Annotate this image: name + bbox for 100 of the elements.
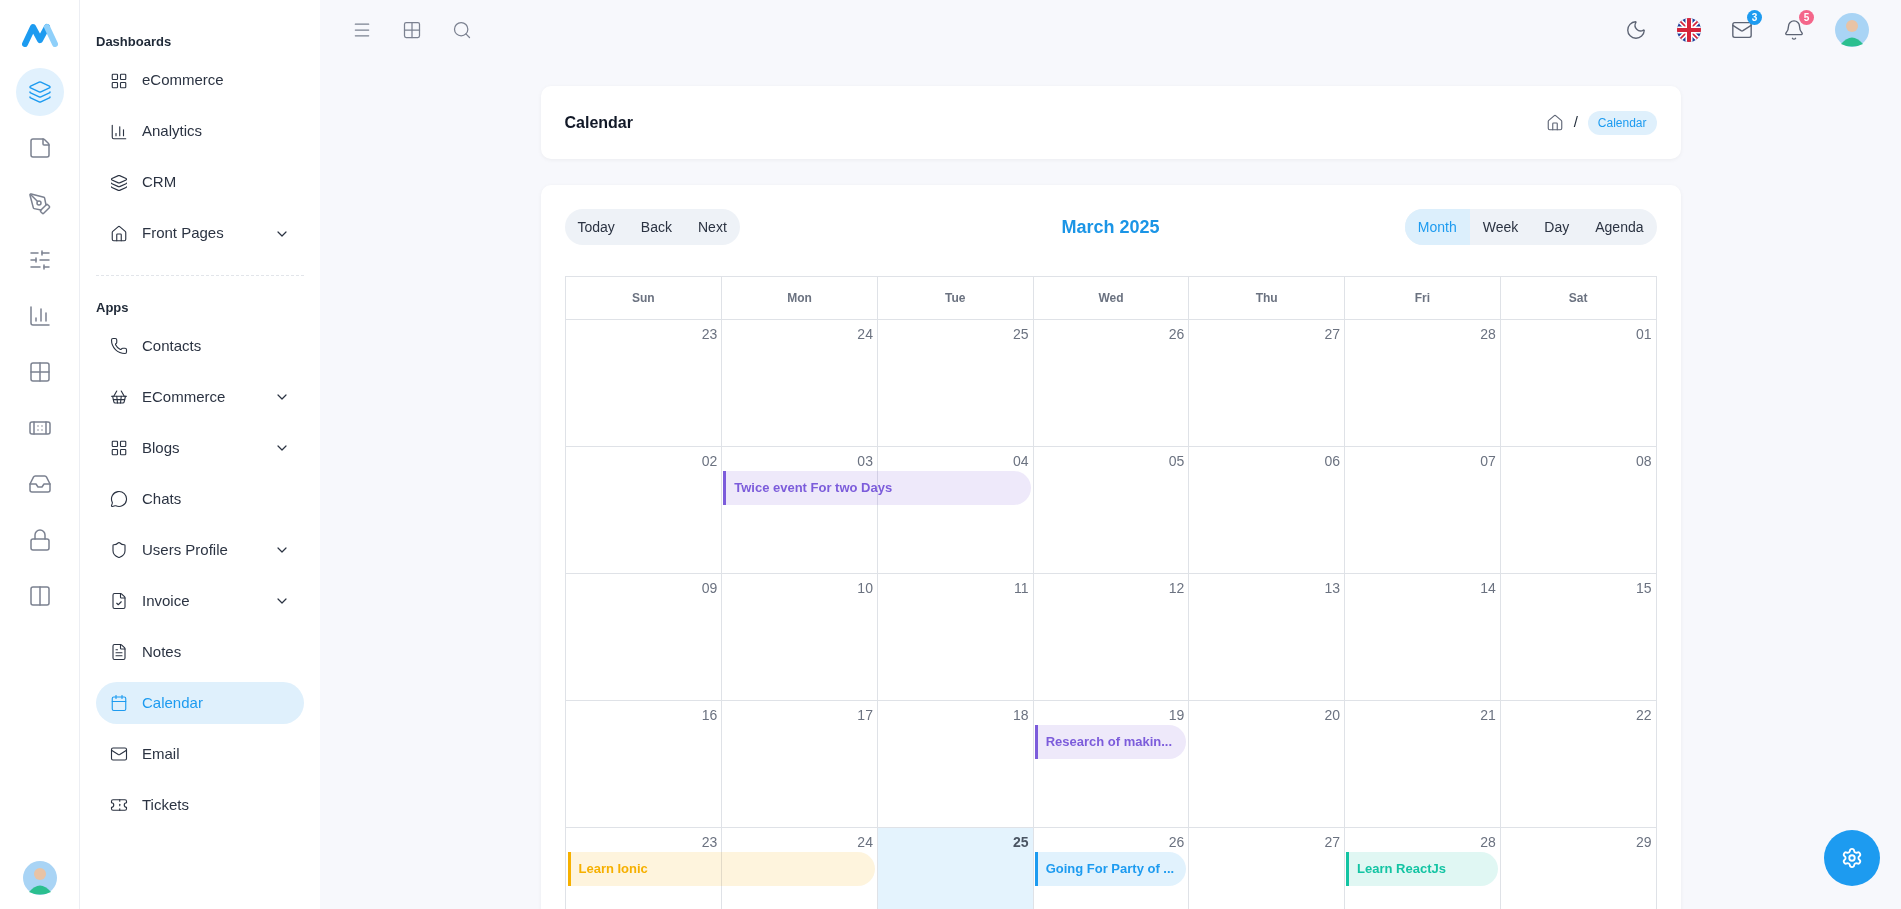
layers-icon xyxy=(110,173,128,192)
nav-button[interactable]: Back xyxy=(627,209,685,245)
flag-icon[interactable] xyxy=(1677,18,1701,42)
day-number: 18 xyxy=(1013,706,1029,725)
note-icon xyxy=(27,136,52,160)
day-number: 04 xyxy=(1013,452,1029,471)
weekday-header: Sun xyxy=(631,290,656,307)
sidebar-item[interactable]: Tickets xyxy=(96,784,304,826)
day-number: 15 xyxy=(1635,579,1652,598)
grid-icon xyxy=(110,71,128,90)
lock-icon xyxy=(27,528,52,552)
day-number: 06 xyxy=(1324,452,1341,471)
day-number: 22 xyxy=(1635,706,1652,725)
day-number: 08 xyxy=(1635,452,1652,471)
day-number: 12 xyxy=(1168,579,1185,598)
bell-icon[interactable] xyxy=(1783,19,1805,41)
home-icon xyxy=(110,224,128,243)
sidebar-item[interactable]: Contacts xyxy=(96,325,304,367)
weekday-header: Sat xyxy=(1499,277,1656,319)
day-number: 07 xyxy=(1480,452,1496,471)
breadcrumb-current: Calendar xyxy=(1587,110,1657,135)
shield-icon xyxy=(110,541,128,559)
sidebar-item[interactable]: Email xyxy=(96,733,304,775)
sidebar-item[interactable]: Front Pages xyxy=(96,212,304,255)
grid-icon xyxy=(110,439,128,457)
invoice-icon xyxy=(110,592,128,610)
avatar[interactable] xyxy=(1835,13,1869,47)
phone-icon xyxy=(110,337,128,355)
sidebar-item[interactable]: Blogs xyxy=(96,427,304,469)
day-number: 14 xyxy=(1480,579,1496,598)
day-number: 19 xyxy=(1168,706,1185,725)
rail-button[interactable] xyxy=(15,68,64,116)
grid-icon[interactable] xyxy=(402,20,422,40)
day-number: 23 xyxy=(701,833,718,852)
sidebar-item[interactable]: Chats xyxy=(96,478,304,520)
sliders-icon xyxy=(27,248,52,272)
view-tab[interactable]: Week xyxy=(1469,209,1532,245)
section-heading: Dashboards xyxy=(96,33,173,51)
weekday-header: Fri xyxy=(1344,277,1500,319)
view-tab[interactable]: Agenda xyxy=(1582,209,1657,245)
chat-icon xyxy=(110,490,128,508)
event-pill[interactable]: Twice event For two Days xyxy=(723,471,1031,505)
chart-icon xyxy=(110,122,128,141)
day-number: 24 xyxy=(857,833,873,852)
day-number: 02 xyxy=(701,452,718,471)
notes-icon xyxy=(110,643,128,661)
sidebar-item[interactable]: eCommerce xyxy=(96,59,304,102)
avatar[interactable] xyxy=(22,861,57,895)
sidebar-item[interactable]: Notes xyxy=(96,631,304,673)
nav-button[interactable]: Next xyxy=(685,209,740,245)
mail-icon xyxy=(110,745,128,763)
inbox-icon xyxy=(27,472,52,496)
notification-count: 5 xyxy=(1799,10,1814,25)
message-count: 3 xyxy=(1747,10,1762,25)
search-icon[interactable] xyxy=(452,20,472,40)
sidebar-item[interactable]: Analytics xyxy=(96,110,304,153)
day-number: 16 xyxy=(701,706,718,725)
sidebar-item[interactable]: CRM xyxy=(96,161,304,204)
section-heading: Apps xyxy=(96,298,130,317)
day-number: 26 xyxy=(1168,833,1185,852)
view-tab[interactable]: Day xyxy=(1531,209,1583,245)
day-number: 20 xyxy=(1324,706,1341,725)
day-number: 29 xyxy=(1635,833,1652,852)
nav-button[interactable]: Today xyxy=(564,209,628,245)
columns-icon xyxy=(27,584,52,608)
day-number: 27 xyxy=(1324,833,1341,852)
calendar-icon xyxy=(110,694,128,712)
basket-icon xyxy=(110,388,128,406)
day-number: 11 xyxy=(1014,579,1029,598)
messages-icon[interactable] xyxy=(1731,19,1753,41)
day-number: 21 xyxy=(1480,706,1496,725)
day-number: 24 xyxy=(857,325,873,344)
weekday-header: Wed xyxy=(1032,277,1189,319)
page-title: Calendar xyxy=(564,112,633,133)
day-number: 26 xyxy=(1168,325,1185,344)
event-pill[interactable]: Research of makin... xyxy=(1034,725,1187,759)
settings-icon xyxy=(1841,847,1863,869)
weekday-header: Tue xyxy=(876,277,1033,319)
moon-icon[interactable] xyxy=(1625,19,1647,41)
month-title: March 2025 xyxy=(1061,215,1160,239)
day-number: 28 xyxy=(1480,325,1496,344)
settings-button[interactable] xyxy=(1824,830,1880,886)
day-number: 01 xyxy=(1635,325,1652,344)
day-number: 17 xyxy=(857,706,873,725)
sidebar-item[interactable]: ECommerce xyxy=(96,376,304,418)
day-number: 05 xyxy=(1168,452,1185,471)
sidebar-item[interactable]: Users Profile xyxy=(96,529,304,571)
day-number: 13 xyxy=(1324,579,1341,598)
grid-icon xyxy=(27,360,52,384)
weekday-header: Mon xyxy=(721,277,877,319)
day-number: 23 xyxy=(701,325,718,344)
logo[interactable] xyxy=(21,22,58,48)
breadcrumb-separator: / xyxy=(1573,112,1578,133)
day-number: 25 xyxy=(1013,325,1029,344)
ticket-icon xyxy=(110,796,128,814)
sidebar-item[interactable]: Invoice xyxy=(96,580,304,622)
home-icon[interactable] xyxy=(1545,113,1564,132)
day-number: 03 xyxy=(857,452,873,471)
day-number: 10 xyxy=(857,579,873,598)
pen-icon xyxy=(27,192,52,216)
